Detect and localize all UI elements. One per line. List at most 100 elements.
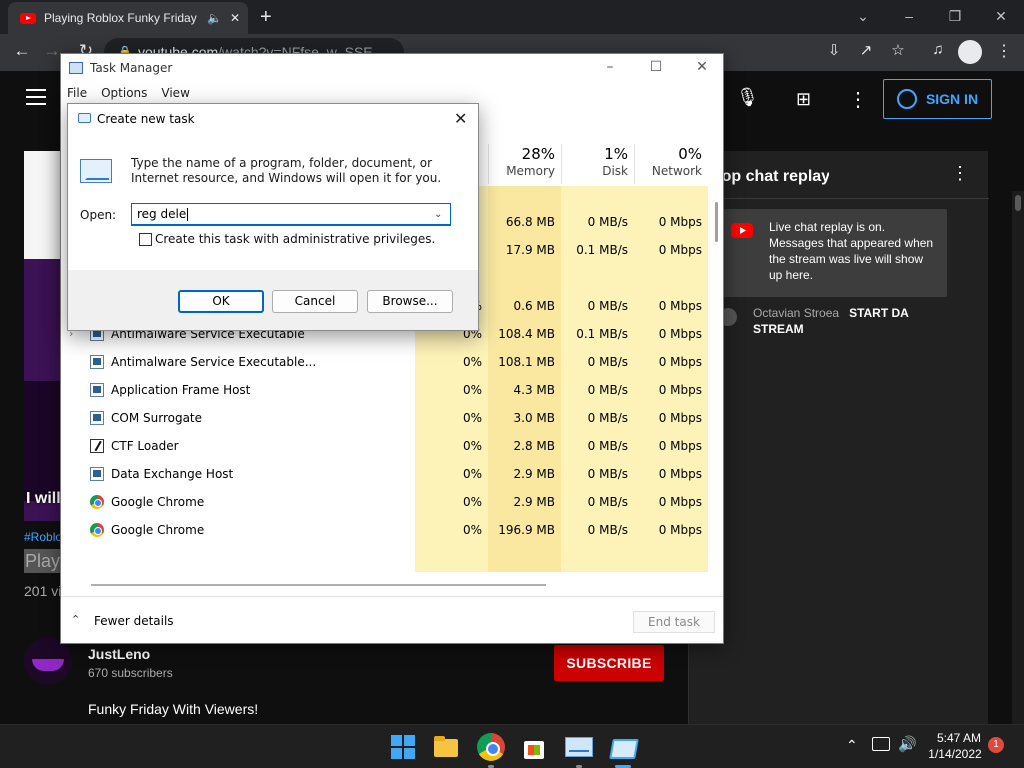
chrome-process-icon xyxy=(90,495,104,509)
disk-cell xyxy=(561,264,634,292)
column-header-network[interactable]: 0% Network xyxy=(634,144,708,184)
network-cell: 0 Mbps xyxy=(634,292,708,320)
video-hashtag-link[interactable]: #Roblo xyxy=(24,530,62,544)
network-cell: 0 Mbps xyxy=(634,320,708,348)
open-input-value: reg dele xyxy=(137,207,187,221)
back-arrow-icon[interactable]: ← xyxy=(10,41,34,61)
open-command-input[interactable]: reg dele xyxy=(131,203,451,226)
process-row[interactable]: 0% 196.9 MB 0 MB/s 0 Mbps Google Chrome xyxy=(61,516,709,544)
process-row[interactable]: 0% 2.8 MB 0 MB/s 0 Mbps CTF Loader xyxy=(61,432,709,460)
browser-tab[interactable]: Playing Roblox Funky Friday 🔈 ✕ xyxy=(8,2,248,34)
process-list-vertical-scrollbar[interactable] xyxy=(711,186,723,576)
process-row[interactable]: 0% 4.3 MB 0 MB/s 0 Mbps Application Frame Ho… xyxy=(61,376,709,404)
run-icon xyxy=(78,113,91,123)
subscribe-button[interactable]: SUBSCRIBE xyxy=(554,645,664,681)
dialog-body: Type the name of a program, folder, docu… xyxy=(68,134,478,270)
dialog-close-icon[interactable]: ✕ xyxy=(454,109,467,128)
open-dropdown-chevron-icon[interactable]: ⌄ xyxy=(434,203,442,226)
video-frame-art-dark xyxy=(24,381,62,501)
chat-more-icon[interactable]: ⋮ xyxy=(951,163,969,184)
tab-close-icon[interactable]: ✕ xyxy=(230,11,240,25)
microphone-icon[interactable]: 🎙 xyxy=(736,87,759,111)
page-scrollbar[interactable] xyxy=(1012,191,1024,724)
share-icon[interactable]: ↗ xyxy=(854,41,878,59)
network-cell: 0 Mbps xyxy=(634,376,708,404)
apps-grid-icon[interactable]: ⊞ xyxy=(796,89,811,110)
app-process-icon xyxy=(90,411,104,425)
disk-percent: 1% xyxy=(604,145,628,163)
minimize-button[interactable]: – xyxy=(886,4,932,28)
bookmark-star-icon[interactable]: ☆ xyxy=(886,41,910,59)
menu-options[interactable]: Options xyxy=(101,86,147,100)
network-cell: 0 Mbps xyxy=(634,208,708,236)
disk-cell: 0 MB/s xyxy=(561,404,634,432)
chrome-menu-icon[interactable]: ⋮ xyxy=(992,41,1016,61)
column-header-disk[interactable]: 1% Disk xyxy=(561,144,634,184)
memory-percent: 28% xyxy=(521,145,555,163)
browser-tab-strip: Playing Roblox Funky Friday 🔈 ✕ + ⌄ – ❐ … xyxy=(0,0,1024,34)
network-cell: 0 Mbps xyxy=(634,460,708,488)
chat-notice-text: Live chat replay is on. Messages that ap… xyxy=(769,220,934,282)
file-explorer-icon[interactable] xyxy=(432,733,460,761)
process-row[interactable]: 0% 2.9 MB 0 MB/s 0 Mbps Data Exchange Host xyxy=(61,460,709,488)
process-row[interactable]: 0% 2.9 MB 0 MB/s 0 Mbps Google Chrome xyxy=(61,488,709,516)
sign-in-button[interactable]: SIGN IN xyxy=(883,79,992,119)
install-app-icon[interactable]: ⇩ xyxy=(822,41,846,59)
memory-cell: 196.9 MB xyxy=(488,516,561,544)
account-icon xyxy=(896,89,917,109)
cancel-button[interactable]: Cancel xyxy=(272,290,358,313)
menu-view[interactable]: View xyxy=(161,86,189,100)
notification-badge[interactable]: 1 xyxy=(988,737,1004,753)
media-control-icon[interactable]: ♫ xyxy=(926,41,950,58)
column-header-memory[interactable]: 28% Memory xyxy=(488,144,561,184)
chevron-up-icon[interactable]: ⌃ xyxy=(71,613,80,626)
chrome-taskbar-icon[interactable] xyxy=(477,733,505,761)
dialog-description: Type the name of a program, folder, docu… xyxy=(131,156,442,185)
app-process-icon xyxy=(90,467,104,481)
new-tab-button[interactable]: + xyxy=(260,6,272,29)
volume-icon[interactable]: 🔊 xyxy=(898,735,917,753)
task-manager-titlebar[interactable]: Task Manager – ☐ ✕ xyxy=(61,54,723,84)
microsoft-store-icon[interactable] xyxy=(520,733,548,761)
network-cell: 0 Mbps xyxy=(634,404,708,432)
memory-cell: 0.6 MB xyxy=(488,292,561,320)
close-window-button[interactable]: ✕ xyxy=(978,4,1024,28)
process-row[interactable]: 0% 3.0 MB 0 MB/s 0 Mbps COM Surrogate xyxy=(61,404,709,432)
dialog-titlebar[interactable]: Create new task ✕ xyxy=(68,104,478,134)
end-task-button[interactable]: End task xyxy=(633,611,715,633)
tm-maximize-button[interactable]: ☐ xyxy=(633,59,679,75)
run-program-icon xyxy=(80,159,112,183)
run-dialog-taskbar-icon[interactable] xyxy=(608,733,636,761)
disk-cell: 0 MB/s xyxy=(561,376,634,404)
profile-avatar-icon[interactable] xyxy=(958,40,982,64)
tab-search-icon[interactable]: ⌄ xyxy=(840,4,886,28)
clock-date[interactable]: 1/14/2022 xyxy=(922,747,988,761)
windows-start-icon[interactable] xyxy=(389,733,417,761)
tm-minimize-button[interactable]: – xyxy=(587,59,633,75)
chat-mode-dropdown[interactable]: Top chat replay ⌄ xyxy=(713,166,829,186)
process-row[interactable]: 0% 108.1 MB 0 MB/s 0 Mbps Antimalware Servic… xyxy=(61,348,709,376)
process-row[interactable] xyxy=(61,544,709,572)
menu-hamburger-icon[interactable] xyxy=(26,89,46,105)
disk-cell: 0.1 MB/s xyxy=(561,320,634,348)
network-cell: 0 Mbps xyxy=(634,488,708,516)
channel-avatar[interactable] xyxy=(24,637,72,685)
tab-title: Playing Roblox Funky Friday xyxy=(44,11,197,25)
admin-privileges-checkbox[interactable] xyxy=(139,233,152,246)
clock-time[interactable]: 5:47 AM xyxy=(934,731,984,745)
admin-privileges-label[interactable]: Create this task with administrative pri… xyxy=(155,232,435,246)
network-icon[interactable] xyxy=(872,737,890,751)
task-manager-taskbar-icon[interactable] xyxy=(565,737,593,757)
tray-overflow-chevron-icon[interactable]: ⌃ xyxy=(846,737,858,754)
channel-name-link[interactable]: JustLeno xyxy=(88,646,150,662)
audio-playing-icon[interactable]: 🔈 xyxy=(207,11,222,25)
tm-close-button[interactable]: ✕ xyxy=(679,59,725,75)
process-list-horizontal-scrollbar[interactable] xyxy=(61,576,709,588)
more-vertical-icon[interactable]: ⋮ xyxy=(848,87,868,112)
browse-button[interactable]: Browse... xyxy=(367,290,453,313)
menu-file[interactable]: File xyxy=(67,86,87,100)
fewer-details-link[interactable]: Fewer details xyxy=(94,614,174,628)
restore-button[interactable]: ❐ xyxy=(932,4,978,28)
youtube-logo-icon xyxy=(731,223,753,238)
ok-button[interactable]: OK xyxy=(178,290,264,313)
